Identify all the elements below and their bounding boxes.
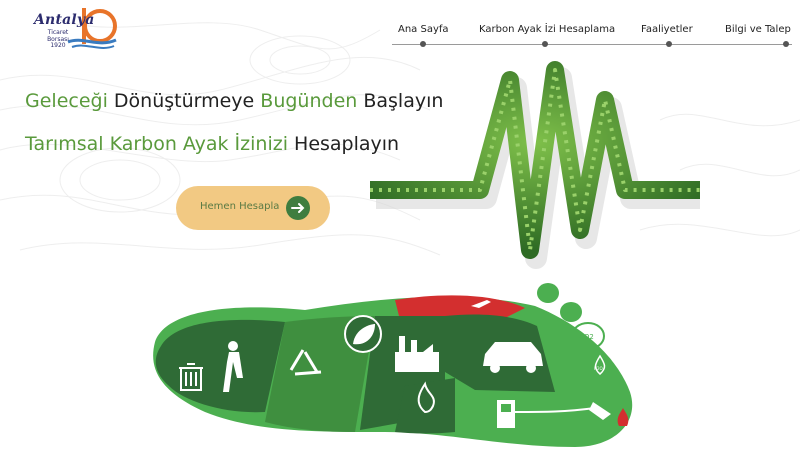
hero-word: Dönüştürmeye bbox=[113, 90, 255, 112]
co2-icon: CO2 bbox=[579, 333, 594, 341]
calculate-now-button[interactable]: Hemen Hesapla bbox=[176, 186, 330, 230]
brand-wordmark: Antalya bbox=[34, 12, 95, 28]
brand-logo[interactable]: Antalya Ticaret Borsası 1920 bbox=[28, 6, 118, 54]
plant-heartbeat-image bbox=[370, 61, 700, 269]
hero-word: Hesaplayın bbox=[294, 133, 400, 155]
arrow-right-icon bbox=[286, 196, 310, 220]
nav-dot bbox=[783, 41, 789, 47]
cta-label: Hemen Hesapla bbox=[200, 201, 280, 212]
hero-word: Bugünden bbox=[260, 90, 358, 112]
nav-item-faaliyetler[interactable]: Faaliyetler bbox=[641, 24, 693, 35]
hero-word: Tarımsal Karbon Ayak İzinizi bbox=[25, 133, 288, 155]
nav-item-bilgi-talep[interactable]: Bilgi ve Talep bbox=[725, 24, 791, 35]
hero-headline-1: Geleceği Dönüştürmeye Bugünden Başlayın bbox=[25, 90, 443, 112]
nav-item-ana-sayfa[interactable]: Ana Sayfa bbox=[398, 24, 449, 35]
brand-subtitle-line: 1920 bbox=[50, 42, 66, 49]
hero-word: Başlayın bbox=[363, 90, 444, 112]
hero-headline-2: Tarımsal Karbon Ayak İzinizi Hesaplayın bbox=[25, 133, 399, 155]
nav-item-karbon-hesaplama[interactable]: Karbon Ayak İzi Hesaplama bbox=[479, 24, 615, 35]
h2o-label: H2O bbox=[594, 366, 603, 371]
brand-subtitle: Ticaret Borsası 1920 bbox=[40, 29, 76, 50]
carbon-footprint-illustration: CO2 H2O bbox=[153, 283, 633, 447]
hero-word: Geleceği bbox=[25, 90, 108, 112]
co2-label: CO2 bbox=[579, 333, 594, 341]
